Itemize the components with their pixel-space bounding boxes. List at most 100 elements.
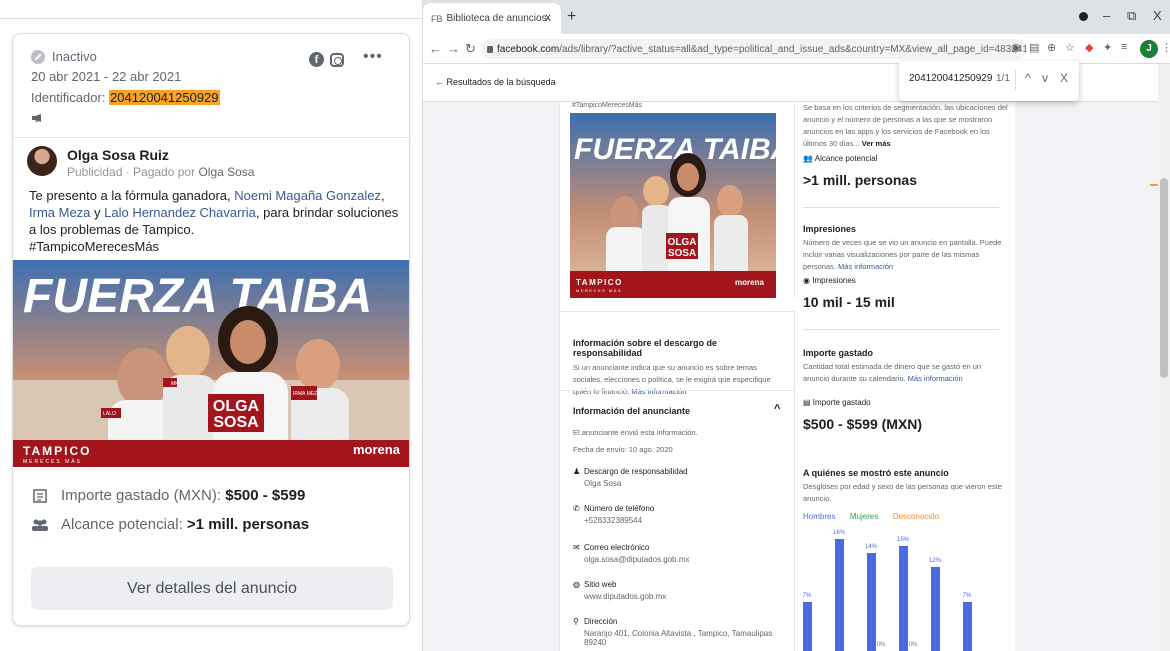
legend-men[interactable]: Hombres xyxy=(803,512,835,521)
back-to-results-link[interactable]: ← Resultados de la búsqueda xyxy=(435,77,556,87)
more-info-link[interactable]: Más información xyxy=(631,387,686,396)
close-window-button[interactable]: X xyxy=(1153,8,1162,23)
eye-icon: ◉ xyxy=(803,276,810,285)
chart-bar[interactable] xyxy=(867,553,876,651)
puzzle-icon[interactable]: ✦ xyxy=(1103,41,1112,54)
page-icon[interactable]: ▤ xyxy=(1029,41,1039,54)
close-tab-icon[interactable]: x xyxy=(545,10,551,24)
bar-value-label: 12% xyxy=(928,558,941,564)
reload-icon[interactable]: ↻ xyxy=(465,41,476,57)
find-count: 1/1 xyxy=(996,73,1010,84)
advertiser-info-header[interactable]: Información del anunciante xyxy=(573,406,783,416)
collapse-chevron-icon[interactable]: ^ xyxy=(774,403,780,415)
mention-link[interactable]: Lalo Hernandez Chavarria xyxy=(104,205,256,220)
browser-menu-icon[interactable]: ⋮ xyxy=(1161,41,1170,54)
forward-arrow-icon[interactable]: → xyxy=(447,41,460,56)
bar-value-label: 0% xyxy=(876,642,886,648)
impressions-text: Número de veces que se vio un anuncio en… xyxy=(803,238,1002,271)
find-close-button[interactable]: X xyxy=(1060,71,1068,85)
bar-value-label: 16% xyxy=(832,530,845,536)
spent-label-row: ▤ Importe gastado xyxy=(803,398,1008,407)
tab-ad-library[interactable]: FB Biblioteca de anuncios x xyxy=(423,3,561,34)
lock-icon xyxy=(487,45,493,53)
browser-window: FB Biblioteca de anuncios x + – ⧉ X ← → … xyxy=(422,0,1170,651)
field-label: Sitio web xyxy=(584,580,617,589)
chart-bar[interactable] xyxy=(963,602,972,651)
bookmark-star-icon[interactable]: ☆ xyxy=(1065,41,1075,54)
facebook-icon: f xyxy=(309,52,324,67)
reach-label: Alcance potencial: xyxy=(61,516,183,533)
chart-bar[interactable] xyxy=(835,539,844,651)
reach-label: Alcance potencial xyxy=(814,154,878,163)
back-arrow-icon[interactable]: ← xyxy=(429,41,442,56)
receipt-icon xyxy=(33,488,47,503)
url-path: /ads/library/?active_status=all&ad_type=… xyxy=(559,43,1027,55)
platform-icons: f xyxy=(309,52,344,67)
see-ad-details-button[interactable]: Ver detalles del anuncio xyxy=(31,567,393,610)
divider xyxy=(803,207,999,208)
impressions-value: 10 mil - 15 mil xyxy=(803,294,895,310)
more-options-icon[interactable]: ••• xyxy=(363,48,383,66)
translate-icon[interactable]: ◉ xyxy=(1011,41,1021,54)
impressions-description: Número de veces que se vio un anuncio en… xyxy=(803,237,1008,273)
avatar[interactable] xyxy=(27,146,57,176)
bar-value-label: 7% xyxy=(962,593,972,599)
poster-name-top: OLGA xyxy=(668,237,697,248)
badge-text: MM xyxy=(171,381,179,387)
mention-link[interactable]: Noemi Magaña Gonzalez xyxy=(234,188,381,203)
minimize-button[interactable]: – xyxy=(1103,8,1110,23)
poster-city-sub: MERECES MÁS xyxy=(23,458,82,465)
reading-list-icon[interactable]: ≡ xyxy=(1121,41,1127,53)
extension-icon[interactable]: ◆ xyxy=(1085,41,1093,54)
tab-title: Biblioteca de anuncios xyxy=(446,13,547,24)
page-content: ← Resultados de la búsqueda #TampicoMere… xyxy=(423,61,1170,651)
see-more-link[interactable]: Ver más xyxy=(862,139,891,148)
mention-link[interactable]: Irma Meza xyxy=(29,205,90,220)
poster-headline: FUERZA TAIBA xyxy=(23,270,372,323)
field-value: +528332389544 xyxy=(584,516,643,525)
field-label: Correo electrónico xyxy=(584,543,650,552)
chart-bar[interactable] xyxy=(899,546,908,651)
divider xyxy=(560,390,796,391)
field-value: olga.sosa@diputados.gob.mx xyxy=(584,555,690,564)
record-indicator-icon xyxy=(1079,12,1088,21)
chart-bar[interactable] xyxy=(803,602,812,651)
sponsored-by: Olga Sosa xyxy=(198,165,255,179)
instagram-icon xyxy=(330,52,344,67)
find-in-page-bar: 204120041250929 1/1 ^ v X xyxy=(899,61,1079,101)
email-icon: ✉ xyxy=(573,543,580,552)
badge-text: LALO xyxy=(103,411,116,417)
find-previous-button[interactable]: ^ xyxy=(1025,71,1031,85)
more-info-link[interactable]: Más información xyxy=(838,262,893,271)
chart-bar[interactable] xyxy=(931,567,940,651)
more-info-link[interactable]: Más información xyxy=(908,374,963,383)
poster-party: morena xyxy=(735,278,764,287)
spent-label: Importe gastado (MXN): xyxy=(61,487,222,504)
poster-party: morena xyxy=(353,442,401,457)
zoom-icon[interactable]: ⊕ xyxy=(1047,41,1056,54)
maximize-button[interactable]: ⧉ xyxy=(1127,8,1136,24)
address-bar[interactable]: facebook.com/ads/library/?active_status=… xyxy=(481,39,1027,59)
profile-avatar[interactable]: J xyxy=(1140,40,1158,58)
divider xyxy=(0,18,422,19)
bar-value-label: 15% xyxy=(896,537,909,543)
hashtag: #TampicoMerecesMás xyxy=(572,102,643,109)
legend-unknown[interactable]: Desconocido xyxy=(893,512,939,521)
advertiser-info-title: Información del anunciante xyxy=(573,406,691,416)
new-tab-button[interactable]: + xyxy=(567,8,576,26)
audience-title: A quiénes se mostró este anuncio xyxy=(803,468,949,478)
advertiser-row: Olga Sosa Ruiz Publicidad · Pagado por O… xyxy=(27,146,254,179)
find-input[interactable]: 204120041250929 xyxy=(909,73,992,84)
ad-creative-image[interactable]: FUERZA TAIBA MM IRMA MEZA LALO OLGA SOSA… xyxy=(13,260,409,467)
find-next-button[interactable]: v xyxy=(1042,71,1048,85)
field-value: Olga Sosa xyxy=(584,479,622,488)
spent-value: $500 - $599 (MXN) xyxy=(803,416,923,432)
bar-value-label: 7% xyxy=(802,593,812,599)
advertiser-name[interactable]: Olga Sosa Ruiz xyxy=(67,147,254,163)
legend-women[interactable]: Mujeres xyxy=(850,512,878,521)
ad-creative-thumbnail[interactable]: FUERZA TAIBA OLGA SOSA TAMPICO MERECES M… xyxy=(570,113,776,298)
reach-label-row: 👥 Alcance potencial xyxy=(803,154,1008,163)
tab-favicon: FB xyxy=(431,13,443,24)
scrollbar-thumb[interactable] xyxy=(1160,178,1168,378)
ad-text-part: , xyxy=(380,188,385,203)
